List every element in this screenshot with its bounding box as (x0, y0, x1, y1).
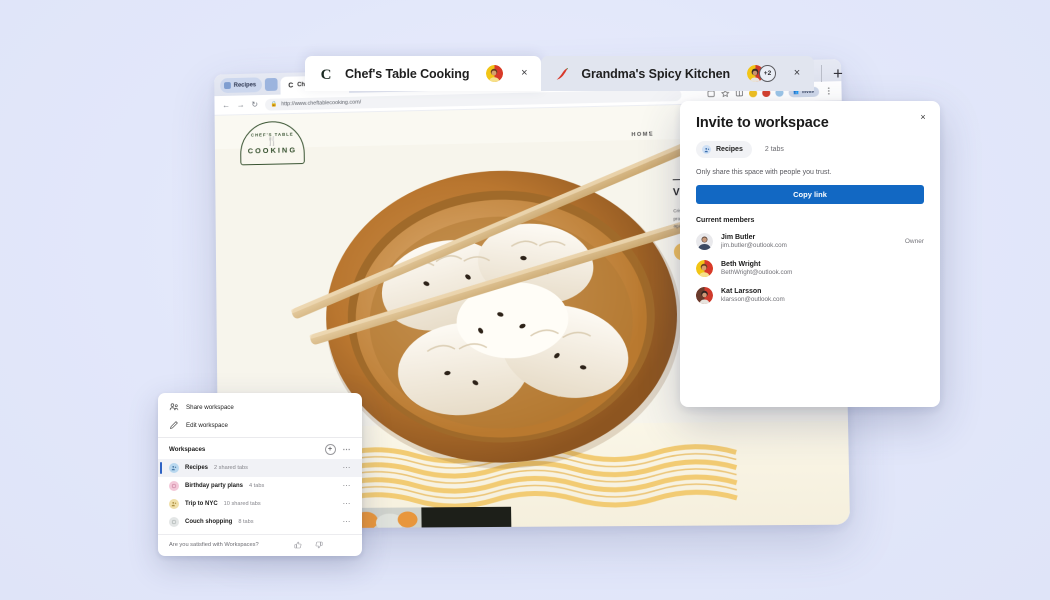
panel-title: Invite to workspace (696, 115, 829, 131)
workspace-more-icon[interactable]: ⋯ (343, 482, 352, 490)
workspaces-section-header: Workspaces + ⋯ (158, 441, 362, 459)
member-row[interactable]: Beth Wright BethWright@outlook.com (696, 260, 924, 277)
share-warning-note: Only share this space with people you tr… (696, 169, 832, 176)
workspace-name: Birthday party plans (185, 483, 244, 489)
member-row[interactable]: Jim Butler jim.butler@outlook.com Owner (696, 233, 924, 250)
workspace-icon-recipes (169, 463, 179, 473)
member-name: Beth Wright (721, 261, 761, 268)
member-name: Kat Larsson (721, 288, 762, 295)
feedback-question: Are you satisfied with Workspaces? (169, 542, 259, 548)
tab-grandmas-spicy-kitchen[interactable]: Grandma's Spicy Kitchen +2 × (541, 56, 815, 91)
tab-chefs-table-cooking[interactable]: C Chef's Table Cooking × (305, 56, 542, 91)
avatar (696, 260, 713, 277)
workspace-chip[interactable]: Recipes (696, 141, 752, 158)
lock-icon: 🔒 (270, 101, 278, 108)
tab-title: Grandma's Spicy Kitchen (581, 66, 731, 81)
avatar (696, 287, 713, 304)
workspace-name: Couch shopping (185, 519, 233, 525)
edit-workspace-item[interactable]: Edit workspace (158, 416, 362, 434)
logo-arc-text: CHEF'S TABLE (250, 131, 294, 138)
workspace-item-couch-shopping[interactable]: Couch shopping 8 tabs ⋯ (158, 513, 362, 531)
member-role: Owner (904, 238, 924, 245)
nav-item-home[interactable]: HOME (631, 132, 654, 138)
back-arrow-icon[interactable]: ← (222, 100, 230, 109)
tab-overlay: C Chef's Table Cooking × Grandma's Spicy… (305, 56, 847, 91)
workspace-more-icon[interactable]: ⋯ (343, 464, 352, 472)
forward-arrow-icon[interactable]: → (237, 100, 245, 109)
workspace-tab-count: 4 tabs (249, 483, 265, 489)
avatar (696, 233, 713, 250)
workspace-icon-couch (169, 517, 179, 527)
feedback-footer: Are you satisfied with Workspaces? (158, 534, 362, 556)
workspace-more-icon[interactable]: ⋯ (343, 500, 352, 508)
workspace-tab-count: 2 tabs (764, 146, 784, 153)
current-members-title: Current members (696, 217, 755, 224)
workspace-tab-count: 8 tabs (238, 519, 254, 525)
plus-circle-icon[interactable]: + (324, 444, 336, 455)
member-text: Jim Butler jim.butler@outlook.com (721, 234, 787, 249)
workspace-more-icon[interactable]: ⋯ (343, 518, 352, 526)
workspace-color-dot (223, 82, 231, 90)
workspace-chip-label: Recipes (716, 146, 743, 153)
workspace-icon-birthday (169, 481, 179, 491)
more-options-icon[interactable]: ⋯ (343, 445, 352, 453)
workspace-item-birthday-party-plans[interactable]: Birthday party plans 4 tabs ⋯ (158, 477, 362, 495)
pencil-icon (169, 420, 179, 430)
tab-close-icon[interactable]: × (518, 68, 530, 79)
workspace-chip-recipes[interactable]: Recipes (220, 77, 263, 94)
feedback-icons (294, 541, 351, 549)
workspaces-flyout: Share workspace Edit workspace Workspace… (158, 393, 362, 556)
logo-brand-text: COOKING (247, 144, 298, 155)
workspace-item-trip-to-nyc[interactable]: Trip to NYC 10 shared tabs ⋯ (158, 495, 362, 513)
invite-to-workspace-panel: × Invite to workspace Recipes 2 tabs Onl… (680, 101, 940, 407)
tab-divider (821, 65, 823, 82)
member-text: Kat Larsson klarsson@outlook.com (721, 288, 785, 303)
fork-knife-icon: 🍴 (266, 135, 278, 146)
address-bar-url: http://www.cheftablecooking.com/ (281, 99, 362, 107)
workspace-chip-label: Recipes (233, 81, 257, 89)
workspace-tab-count: 2 shared tabs (214, 465, 248, 471)
tab-favicon-letter-c: C (318, 66, 334, 82)
share-people-icon (169, 402, 179, 412)
edit-workspace-label: Edit workspace (186, 421, 228, 429)
member-row[interactable]: Kat Larsson klarsson@outlook.com (696, 287, 924, 304)
workspaces-section-title: Workspaces (169, 446, 206, 453)
new-tab-button[interactable]: + (829, 65, 847, 82)
tab-close-icon[interactable]: × (791, 68, 803, 79)
workspace-people-icon (702, 145, 711, 154)
site-logo[interactable]: CHEF'S TABLE 🍴 COOKING (239, 120, 305, 166)
share-workspace-label: Share workspace (186, 403, 234, 411)
copy-link-button[interactable]: Copy link (696, 185, 924, 204)
member-email: jim.butler@outlook.com (721, 242, 787, 249)
extra-members-badge[interactable]: +2 (759, 65, 777, 82)
tab-avatars (486, 65, 504, 82)
workspace-icon-trip (169, 499, 179, 509)
workspace-toggle-icon[interactable] (264, 77, 278, 92)
share-workspace-item[interactable]: Share workspace (158, 398, 362, 416)
member-text: Beth Wright BethWright@outlook.com (721, 261, 792, 276)
svg-text:C: C (321, 67, 332, 82)
avatar-beth[interactable] (486, 65, 504, 82)
workspace-item-recipes[interactable]: Recipes 2 shared tabs ⋯ (158, 459, 362, 477)
thumbs-up-icon[interactable] (294, 541, 302, 549)
flyout-divider (158, 437, 362, 438)
member-name: Jim Butler (721, 234, 756, 241)
reload-icon[interactable]: ↻ (251, 100, 258, 109)
tab-favicon-letter: C (288, 81, 294, 89)
workspace-name: Trip to NYC (185, 501, 218, 507)
thumbs-down-icon[interactable] (315, 541, 323, 549)
workspace-meta-row: Recipes 2 tabs (696, 141, 924, 158)
member-email: klarsson@outlook.com (721, 296, 785, 303)
member-email: BethWright@outlook.com (721, 269, 793, 276)
chili-pepper-icon (554, 66, 570, 82)
close-icon[interactable]: × (917, 111, 929, 123)
workspace-tab-count: 10 shared tabs (223, 501, 261, 507)
tab-avatars: +2 (747, 65, 777, 82)
workspace-name: Recipes (185, 465, 209, 471)
tab-title: Chef's Table Cooking (345, 66, 470, 81)
